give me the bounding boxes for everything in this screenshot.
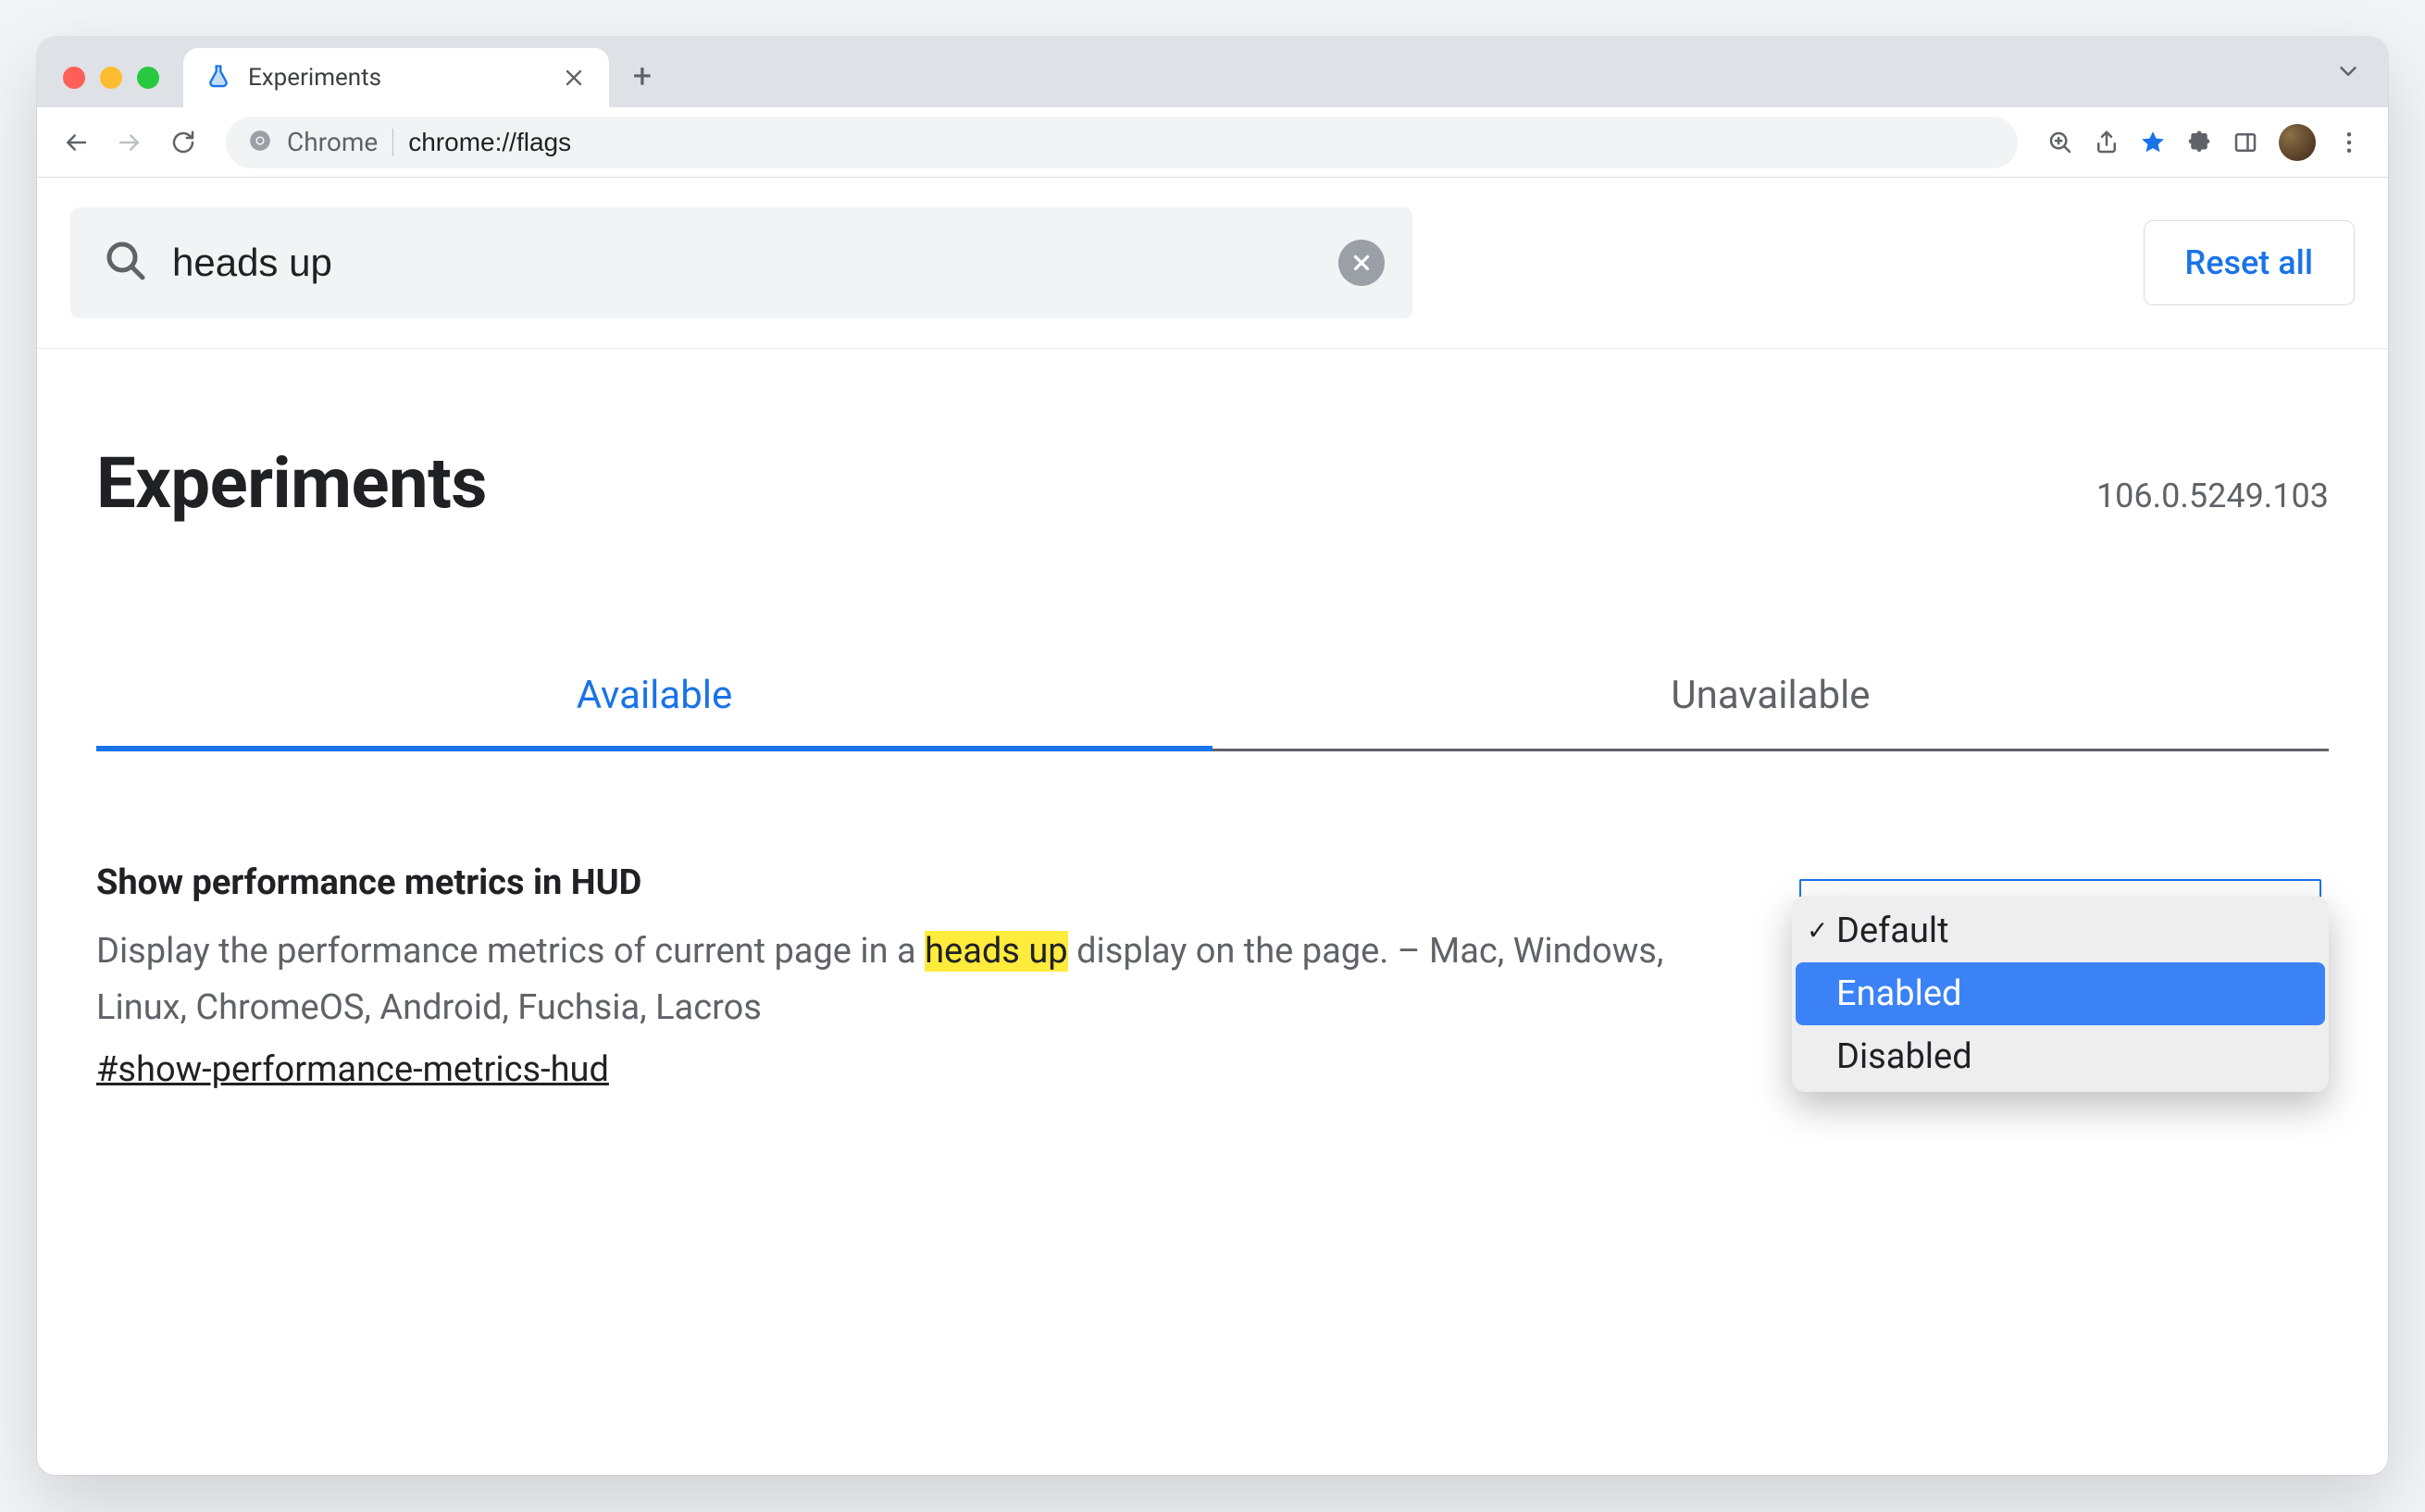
search-row: Reset all (37, 178, 2388, 349)
dropdown-option-label: Enabled (1836, 973, 1961, 1014)
clear-search-button[interactable] (1338, 240, 1385, 286)
browser-tab[interactable]: Experiments (183, 48, 609, 107)
new-tab-button[interactable]: + (624, 57, 661, 94)
traffic-lights (56, 67, 172, 107)
search-box (70, 207, 1412, 318)
omnibox-input[interactable] (408, 128, 1996, 157)
tab-unavailable[interactable]: Unavailable (1212, 645, 2329, 751)
check-icon: ✓ (1807, 915, 1828, 946)
flag-anchor-link[interactable]: #show-performance-metrics-hud (96, 1049, 609, 1090)
flag-title: Show performance metrics in HUD (96, 862, 1736, 903)
omnibox[interactable]: Chrome (226, 117, 2018, 168)
reload-button[interactable] (163, 122, 204, 163)
window-zoom-button[interactable] (137, 67, 159, 89)
window-close-button[interactable] (63, 67, 85, 89)
reset-all-label: Reset all (2185, 243, 2313, 282)
window-minimize-button[interactable] (100, 67, 122, 89)
flag-info: Show performance metrics in HUD Display … (96, 862, 1736, 1090)
bookmark-star-icon[interactable] (2133, 122, 2173, 163)
dropdown-option-label: Default (1836, 911, 1949, 951)
tab-available[interactable]: Available (96, 645, 1212, 751)
close-tab-icon[interactable] (561, 65, 587, 91)
chrome-icon (248, 129, 272, 156)
tabs-row: Available Unavailable (96, 645, 2329, 751)
search-icon (104, 239, 148, 287)
dropdown-option-default[interactable]: ✓ Default (1796, 899, 2325, 962)
dropdown-option-enabled[interactable]: Enabled (1796, 962, 2325, 1025)
dropdown-option-disabled[interactable]: Disabled (1796, 1025, 2325, 1088)
profile-avatar[interactable] (2279, 124, 2316, 161)
page-title: Experiments (96, 441, 487, 525)
tab-title: Experiments (248, 64, 544, 92)
share-icon[interactable] (2086, 122, 2127, 163)
forward-button[interactable] (109, 122, 150, 163)
version-label: 106.0.5249.103 (2096, 477, 2329, 515)
tab-strip: Experiments + (37, 37, 2388, 107)
flag-control: ✓ Default Enabled Disabled (1792, 862, 2329, 1090)
zoom-icon[interactable] (2040, 122, 2081, 163)
page-content: Reset all Experiments 106.0.5249.103 Ava… (37, 178, 2388, 1475)
heading-row: Experiments 106.0.5249.103 (96, 349, 2329, 580)
dropdown-option-label: Disabled (1836, 1036, 1972, 1077)
page-body: Experiments 106.0.5249.103 Available Una… (37, 349, 2388, 1475)
toolbar-right (2040, 122, 2369, 163)
flag-desc-pre: Display the performance metrics of curre… (96, 931, 925, 972)
toolbar: Chrome (37, 107, 2388, 178)
dropdown-menu: ✓ Default Enabled Disabled (1792, 896, 2329, 1092)
back-button[interactable] (56, 122, 96, 163)
browser-window: Experiments + Chrome (37, 37, 2388, 1475)
menu-icon[interactable] (2329, 122, 2369, 163)
flag-description: Display the performance metrics of curre… (96, 923, 1736, 1036)
flag-row: Show performance metrics in HUD Display … (96, 751, 2329, 1090)
flask-icon (205, 63, 231, 93)
omnibox-divider (392, 129, 393, 156)
flag-desc-highlight: heads up (925, 931, 1068, 972)
search-input[interactable] (172, 241, 1314, 285)
reset-all-button[interactable]: Reset all (2144, 220, 2355, 305)
tab-list-chevron-icon[interactable] (2334, 57, 2362, 89)
omnibox-label: Chrome (287, 127, 378, 157)
sidepanel-icon[interactable] (2225, 122, 2266, 163)
extensions-icon[interactable] (2179, 122, 2220, 163)
